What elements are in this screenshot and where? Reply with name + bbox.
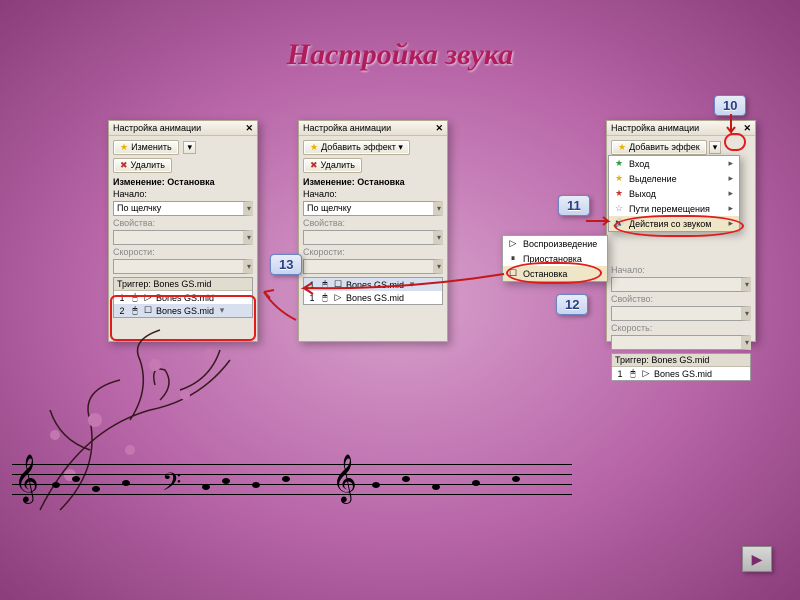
add-effect-button[interactable]: ★Добавить эффект ▾ [303,140,410,155]
close-icon[interactable]: ✕ [435,121,443,135]
animation-panel-2: Настройка анимации ✕ ★Добавить эффект ▾ … [298,120,448,342]
add-dropdown[interactable]: ▾ [709,141,722,154]
menu-item-motion[interactable]: ☆Пути перемещения▸ [609,201,739,216]
start-label: Начало: [611,265,751,275]
speed-label: Скорость: [611,323,751,333]
star-icon: ★ [613,173,625,184]
change-dropdown[interactable]: ▾ [183,141,196,154]
menu-item-enter[interactable]: ★Вход▸ [609,156,739,171]
start-dropdown [611,277,751,292]
trigger-label: Триггер: Bones GS.mid [114,278,252,291]
treble-clef-icon: 𝄞 [14,458,39,498]
speaker-icon: 🔊 [613,218,625,229]
start-label: Начало: [303,189,443,199]
sound-submenu: ▷Воспроизведение ⏸Приостановка ☐Остановк… [502,235,608,282]
callout-11: 11 [558,195,590,216]
star-icon: ☆ [613,203,625,214]
star-icon: ★ [618,142,626,152]
list-item[interactable]: 1 🖱 ▷ Bones GS.mid [114,291,252,304]
props-label: Свойства: [113,218,253,228]
section-label: Изменение: Остановка [303,177,443,187]
menu-item-exit[interactable]: ★Выход▸ [609,186,739,201]
callout-10: 10 [714,95,746,116]
start-dropdown[interactable]: По щелчку [113,201,253,216]
panel-title: Настройка анимации [611,123,699,133]
props-dropdown [113,230,253,245]
submenu-stop[interactable]: ☐Остановка [503,266,607,281]
chevron-right-icon: ▸ [728,188,733,199]
menu-item-sound[interactable]: 🔊Действия со звуком▸ [609,216,739,231]
x-icon: ✖ [310,160,318,170]
props-label: Свойства: [303,218,443,228]
list-item[interactable]: 2 🖱 ☐ Bones GS.mid ▾ [114,304,252,317]
submenu-play[interactable]: ▷Воспроизведение [503,236,607,251]
props-dropdown [303,230,443,245]
bass-clef-icon: 𝄢 [162,466,181,506]
treble-clef-icon: 𝄞 [332,458,357,498]
play-icon: ▶ [752,551,763,568]
chevron-right-icon: ▸ [728,203,733,214]
speed-label: Скорости: [113,247,253,257]
panel-header: Настройка анимации ✕ [299,121,447,136]
delete-button[interactable]: ✖Удалить [303,158,362,173]
list-item[interactable]: 1 🖱 ☐ Bones GS.mid ▾ [304,278,442,291]
trigger-label: Триггер: Bones GS.mid [612,354,750,367]
star-icon: ★ [613,158,625,169]
section-label: Изменение: Остановка [113,177,253,187]
chevron-right-icon: ▸ [728,218,733,229]
change-button[interactable]: ★Изменить [113,140,179,155]
slide: Настройка звука Настройка анимации ✕ ★Из… [0,0,800,600]
props-label: Свойство: [611,294,751,304]
x-icon: ✖ [120,160,128,170]
list-item[interactable]: 1 🖱 ▷ Bones GS.mid [612,367,750,380]
music-staff: 𝄞 𝄢 𝄞 [12,464,572,524]
page-title: Настройка звука [0,38,800,72]
submenu-pause[interactable]: ⏸Приостановка [503,251,607,266]
start-dropdown[interactable]: По щелчку [303,201,443,216]
close-icon[interactable]: ✕ [245,121,253,135]
effects-list: Триггер: Bones GS.mid 1 🖱 ▷ Bones GS.mid [611,353,751,381]
speed-dropdown [611,335,751,350]
star-icon: ★ [120,142,128,152]
chevron-right-icon: ▸ [728,173,733,184]
callout-13: 13 [270,254,302,275]
panel-header: Настройка анимации ✕ [607,121,755,136]
star-icon: ★ [310,142,318,152]
next-slide-button[interactable]: ▶ [742,546,772,572]
callout-12: 12 [556,294,588,315]
effects-list: 1 🖱 ☐ Bones GS.mid ▾ 1 🖱 ▷ Bones GS.mid [303,277,443,305]
add-effect-button[interactable]: ★Добавить эффек [611,140,707,155]
panel-title: Настройка анимации [303,123,391,133]
delete-button[interactable]: ✖Удалить [113,158,172,173]
effects-list: Триггер: Bones GS.mid 1 🖱 ▷ Bones GS.mid… [113,277,253,318]
list-item[interactable]: 1 🖱 ▷ Bones GS.mid [304,291,442,304]
star-icon: ★ [613,188,625,199]
speed-dropdown [113,259,253,274]
start-label: Начало: [113,189,253,199]
animation-panel-1: Настройка анимации ✕ ★Изменить ▾ ✖Удалит… [108,120,258,342]
chevron-right-icon: ▸ [728,158,733,169]
menu-item-emphasis[interactable]: ★Выделение▸ [609,171,739,186]
speed-dropdown [303,259,443,274]
props-dropdown [611,306,751,321]
effect-menu: ★Вход▸ ★Выделение▸ ★Выход▸ ☆Пути перемещ… [608,155,740,232]
panel-header: Настройка анимации ✕ [109,121,257,136]
close-icon[interactable]: ✕ [743,121,751,135]
panel-title: Настройка анимации [113,123,201,133]
speed-label: Скорости: [303,247,443,257]
